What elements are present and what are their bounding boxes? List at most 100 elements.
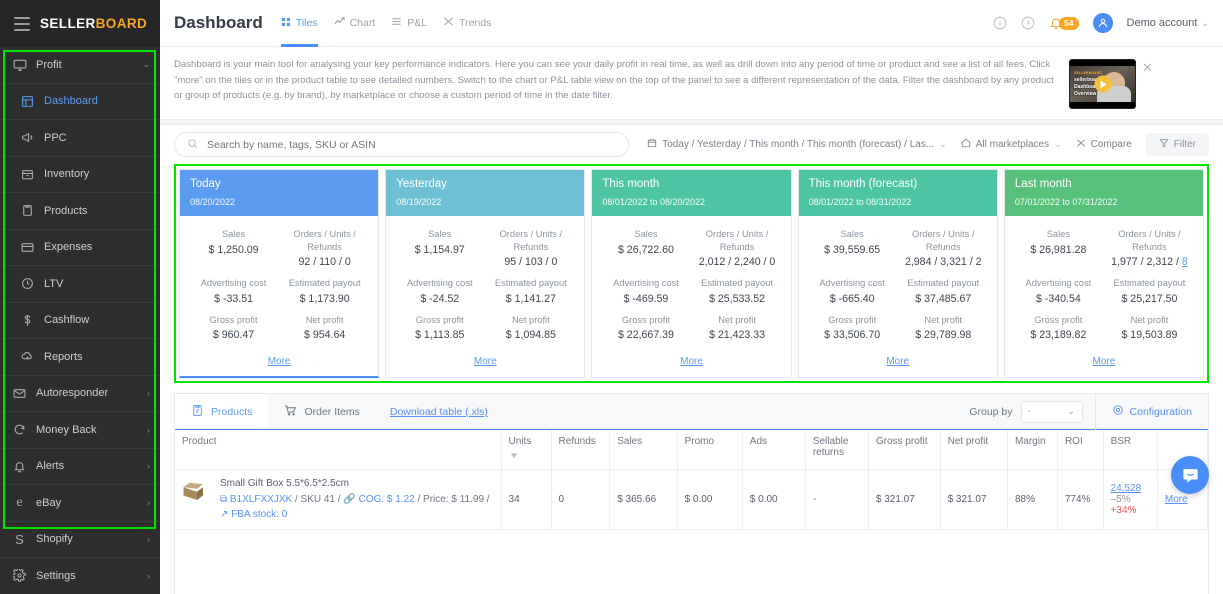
tile-metric-value: $ 19,503.89 — [1121, 329, 1178, 342]
col-sellable-returns[interactable]: Sellable returns — [805, 430, 869, 471]
tile-metric-label: Orders / Units / Refunds — [1118, 229, 1181, 252]
bsr-change-short: –5% — [1110, 493, 1131, 505]
date-range-selector[interactable]: Today / Yesterday / This month / This mo… — [647, 138, 947, 151]
sidebar-label: Products — [44, 204, 88, 217]
download-table-link[interactable]: Download table (.xls) — [390, 406, 488, 418]
video-thumbnail[interactable]: SELLERBOARD sellerboard Dashboard Overview — [1069, 59, 1136, 109]
tile-metric-label: Advertising cost — [613, 278, 679, 289]
col-refunds[interactable]: Refunds — [551, 430, 611, 471]
filter-controls: Today / Yesterday / This month / This mo… — [647, 133, 1209, 156]
tab-chart[interactable]: Chart — [334, 0, 375, 47]
product-fba-stock[interactable]: FBA stock: 0 — [231, 509, 287, 520]
notifications-button[interactable]: 54 — [1049, 16, 1079, 30]
tile-metric-value: $ 37,485.67 — [915, 292, 972, 305]
col-sales[interactable]: Sales — [609, 430, 678, 471]
top-bar-right: 54 Demo account ⌄ — [993, 13, 1209, 33]
product-asin[interactable]: B1XLFXXJXK — [230, 494, 292, 505]
marketplace-selector[interactable]: All marketplaces ⌄ — [961, 138, 1062, 151]
avatar[interactable] — [1092, 13, 1113, 33]
search-box[interactable] — [174, 132, 629, 157]
gear-icon — [12, 568, 27, 583]
hamburger-menu-icon[interactable] — [14, 16, 30, 31]
sidebar-item-ebay[interactable]: e eBay › — [0, 485, 160, 522]
sidebar-item-autoresponder[interactable]: Autoresponder › — [0, 376, 160, 412]
tile-more-wrapper: More — [592, 350, 790, 376]
cell-product: Small Gift Box 5.5*6.5*2.5cm ⧉ B1XLFXXJXK… — [175, 469, 502, 530]
sidebar-label: Profit — [36, 58, 62, 71]
info-circle-icon[interactable] — [993, 16, 1007, 30]
clock-circle-icon[interactable] — [1021, 16, 1035, 30]
sidebar-item-products[interactable]: Products — [0, 193, 160, 230]
sidebar-item-settings[interactable]: Settings › — [0, 558, 160, 594]
row-more-link[interactable]: More — [1165, 494, 1188, 505]
copy-icon[interactable]: ⧉ — [220, 494, 227, 505]
sidebar-item-profit[interactable]: Profit ⌄ — [0, 47, 160, 84]
column-filter-icon[interactable] — [509, 452, 544, 463]
tile-metric: Estimated payout $ 37,485.67 — [898, 273, 989, 310]
sidebar-item-cashflow[interactable]: Cashflow — [0, 303, 160, 339]
tab-tiles[interactable]: Tiles — [280, 0, 318, 47]
col-roi[interactable]: ROI — [1057, 430, 1104, 471]
tile-more-link[interactable]: More — [1093, 356, 1116, 367]
col-bsr[interactable]: BSR — [1103, 430, 1158, 471]
chart-icon: ↗ — [220, 508, 229, 520]
tile-metric-value: $ 26,981.28 — [1030, 243, 1087, 256]
tile-more-link[interactable]: More — [474, 356, 497, 367]
tile-metric-value: $ 23,189.82 — [1030, 329, 1087, 342]
tab-trends[interactable]: Trends — [443, 0, 491, 47]
tile-metric: Sales $ 1,250.09 — [188, 224, 279, 273]
account-menu[interactable]: Demo account ⌄ — [1127, 17, 1209, 29]
col-ads[interactable]: Ads — [742, 430, 806, 471]
compare-button[interactable]: Compare — [1076, 138, 1132, 151]
tile-metric-label: Sales — [221, 229, 246, 239]
sidebar-item-alerts[interactable]: Alerts › — [0, 449, 160, 485]
tab-pl[interactable]: P&L — [391, 0, 427, 47]
play-icon[interactable] — [1094, 75, 1111, 93]
product-cog[interactable]: COG: $ 1.22 — [359, 494, 415, 505]
tile-header: This month (forecast) 08/01/2022 to 08/31… — [798, 170, 997, 216]
cell-sellable-returns: - — [805, 469, 869, 530]
tile-more-link[interactable]: More — [886, 356, 909, 367]
col-units[interactable]: Units — [501, 430, 552, 471]
filter-button[interactable]: Filter — [1145, 133, 1209, 156]
tile-title: Last month — [1014, 178, 1072, 190]
tile-metric-label: Sales — [634, 229, 658, 239]
col-margin[interactable]: Margin — [1007, 430, 1058, 471]
configuration-button[interactable]: Configuration — [1094, 393, 1208, 430]
view-tabs: Tiles Chart P&L Trends — [280, 0, 491, 47]
ebay-icon: e — [16, 494, 23, 510]
bsr-value-link[interactable]: 24,528 — [1111, 483, 1142, 494]
sidebar-item-expenses[interactable]: Expenses — [0, 230, 160, 266]
chat-bubble-icon[interactable] — [1171, 456, 1209, 494]
sidebar-item-ltv[interactable]: LTV — [0, 266, 160, 303]
line-chart-icon — [334, 16, 345, 30]
sidebar-item-inventory[interactable]: Inventory — [0, 157, 160, 193]
refunds-link[interactable]: 8 — [1182, 256, 1188, 268]
search-input[interactable] — [205, 137, 616, 152]
tile-header: This month 08/01/2022 to 08/20/2022 — [592, 170, 791, 216]
col-gross-profit[interactable]: Gross profit — [868, 430, 941, 471]
sidebar-nav: Profit ⌄ Dashboard PPC Inventory Product… — [0, 47, 160, 594]
sidebar-item-reports[interactable]: Reports — [0, 339, 160, 376]
sidebar-item-money-back[interactable]: Money Back › — [0, 412, 160, 449]
group-by-select[interactable]: - ⌄ — [1020, 400, 1083, 423]
table-row[interactable]: Small Gift Box 5.5*6.5*2.5cm ⧉ B1XLFXXJXK… — [175, 469, 1209, 530]
tile-metric-label: Orders / Units / Refunds — [705, 229, 769, 252]
tab-order-items[interactable]: Order Items — [268, 394, 375, 429]
col-net-profit[interactable]: Net profit — [940, 430, 1008, 471]
tile-more-link[interactable]: More — [268, 356, 291, 367]
close-icon[interactable]: ✕ — [1142, 59, 1153, 74]
col-promo[interactable]: Promo — [677, 430, 743, 471]
sidebar-item-shopify[interactable]: S Shopify › — [0, 522, 160, 558]
sidebar-label: Settings — [36, 569, 76, 582]
sidebar-item-ppc[interactable]: PPC — [0, 120, 160, 157]
col-product[interactable]: Product — [175, 430, 502, 471]
sidebar-item-dashboard[interactable]: Dashboard — [0, 84, 160, 120]
tile-more-link[interactable]: More — [680, 356, 703, 367]
tab-products[interactable]: Products — [175, 394, 269, 430]
sidebar: SELLERBOARD Profit ⌄ Dashboard PPC Inven… — [0, 0, 160, 594]
tile-date-range: 08/20/2022 — [190, 197, 236, 207]
tile-metric-label: Net profit — [305, 314, 344, 325]
search-icon — [187, 138, 198, 152]
funnel-icon — [1159, 138, 1169, 151]
